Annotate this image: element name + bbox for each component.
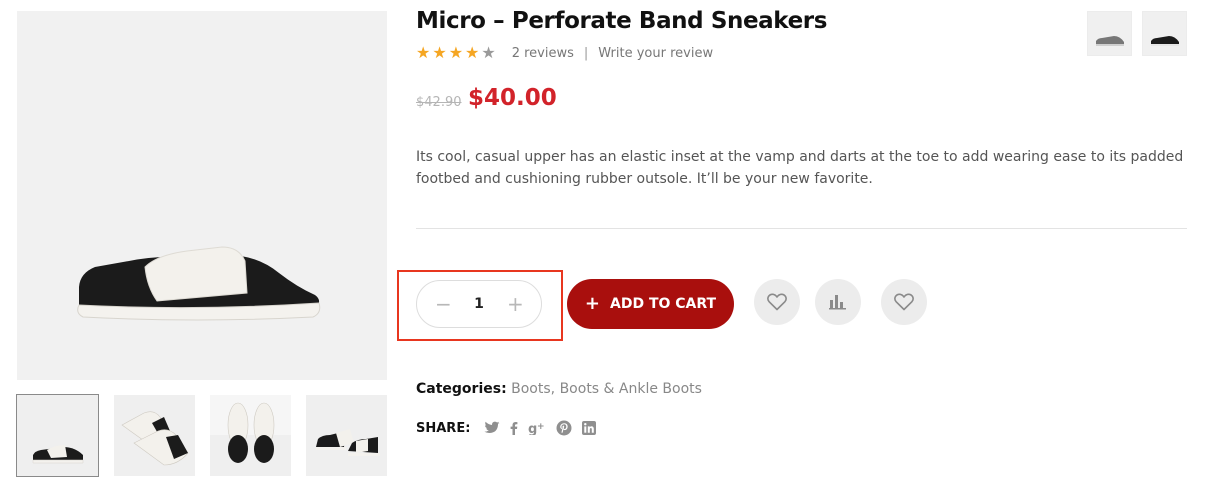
categories-label: Categories: [416, 381, 507, 397]
star-icon: ★ [465, 43, 480, 62]
twitter-icon[interactable] [484, 421, 500, 435]
category-separator: , [550, 381, 556, 397]
related-thumbnail-2[interactable] [1142, 11, 1187, 56]
bar-chart-icon [829, 295, 846, 310]
product-title: Micro – Perforate Band Sneakers [416, 8, 828, 34]
star-empty-icon: ★ [481, 43, 496, 62]
categories-row: Categories: Boots, Boots & Ankle Boots [416, 381, 702, 397]
thumbnail-1[interactable] [16, 394, 99, 477]
heart-icon [894, 293, 914, 311]
wishlist-button[interactable] [754, 279, 800, 325]
category-link-boots-ankle-boots[interactable]: Boots & Ankle Boots [560, 381, 702, 397]
heart-icon [767, 293, 787, 311]
plus-icon: + [584, 293, 600, 314]
minus-icon[interactable]: − [435, 294, 452, 314]
thumbnail-strip [16, 394, 387, 477]
star-icon: ★ [432, 43, 447, 62]
share-row: SHARE: g + [416, 418, 606, 438]
google-plus-icon[interactable]: g + [528, 421, 546, 435]
favorite-button[interactable] [881, 279, 927, 325]
plus-icon[interactable]: + [507, 294, 524, 314]
category-link-boots[interactable]: Boots [511, 381, 551, 397]
compare-button[interactable] [815, 279, 861, 325]
share-label: SHARE: [416, 420, 471, 436]
related-thumbnail-1[interactable] [1087, 11, 1132, 56]
svg-text:g: g [528, 422, 537, 435]
star-icon: ★ [416, 43, 431, 62]
sneaker-side-image [77, 246, 321, 321]
linkedin-icon[interactable] [582, 421, 597, 435]
pinterest-icon[interactable] [556, 420, 572, 436]
reviews-link[interactable]: 2 reviews [512, 46, 574, 61]
divider [416, 228, 1187, 229]
write-review-link[interactable]: Write your review [598, 46, 713, 61]
svg-text:+: + [537, 422, 545, 432]
thumbnail-3[interactable] [210, 395, 291, 476]
star-rating: ★ ★ ★ ★ ★ [416, 45, 498, 61]
quantity-input[interactable]: 1 [474, 296, 484, 312]
thumbnail-4[interactable] [306, 395, 387, 476]
quantity-stepper: − 1 + [416, 280, 542, 328]
original-price: $42.90 [416, 95, 462, 110]
rating-row: ★ ★ ★ ★ ★ 2 reviews | Write your review [416, 43, 713, 63]
add-to-cart-label: ADD TO CART [610, 296, 717, 312]
add-to-cart-button[interactable]: + ADD TO CART [567, 279, 734, 329]
rating-separator: | [583, 45, 589, 61]
product-description: Its cool, casual upper has an elastic in… [416, 149, 1184, 187]
star-icon: ★ [448, 43, 464, 62]
product-main-image[interactable] [17, 11, 387, 380]
facebook-icon[interactable] [510, 421, 518, 435]
thumbnail-2[interactable] [114, 395, 195, 476]
sale-price: $40.00 [468, 85, 557, 111]
